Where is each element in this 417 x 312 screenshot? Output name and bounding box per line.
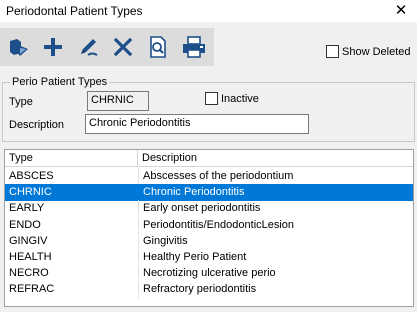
show-deleted-label: Show Deleted (342, 45, 411, 58)
cell-type: REFRAC (9, 283, 55, 296)
cell-type: GINGIV (9, 234, 48, 247)
cell-type: NECRO (9, 267, 49, 280)
show-deleted-checkbox[interactable] (326, 45, 339, 58)
title-bar: Periodontal Patient Types ✕ (0, 0, 417, 22)
cell-description: Gingivitis (138, 232, 413, 250)
table-row[interactable]: ENDO Periodontitis/EndodonticLesion (5, 216, 413, 234)
cell-type: EARLY (9, 202, 45, 215)
table-row[interactable]: EARLY Early onset periodontitis (5, 200, 413, 218)
group-caption: Perio Patient Types (10, 76, 110, 88)
delete-icon (112, 36, 134, 58)
edit-button[interactable] (71, 31, 105, 63)
open-icon (7, 35, 31, 59)
cell-description: Chronic Periodontitis (138, 184, 413, 202)
description-field[interactable]: Chronic Periodontitis (85, 114, 309, 134)
preview-icon (147, 35, 169, 59)
print-icon (181, 35, 207, 59)
print-button[interactable] (177, 31, 211, 63)
delete-button[interactable] (106, 31, 140, 63)
type-label: Type (9, 96, 33, 108)
type-field[interactable]: CHRNIC (87, 91, 149, 111)
cell-description: Periodontitis/EndodonticLesion (138, 216, 413, 234)
cell-description: Refractory periodontitis (138, 281, 413, 299)
cell-type: ENDO (9, 218, 41, 231)
column-header-description[interactable]: Description (138, 150, 413, 167)
inactive-checkbox[interactable] (205, 92, 218, 105)
add-button[interactable] (36, 31, 70, 63)
edit-icon (76, 35, 100, 59)
cell-description: Abscesses of the periodontium (138, 168, 413, 185)
table-row[interactable]: NECRO Necrotizing ulcerative perio (5, 265, 413, 283)
inactive-label: Inactive (221, 92, 259, 105)
column-header-type[interactable]: Type (5, 150, 138, 167)
inactive-toggle[interactable]: Inactive (205, 92, 259, 105)
open-button[interactable] (2, 31, 36, 63)
table-row[interactable]: CHRNIC Chronic Periodontitis (5, 184, 413, 202)
cell-description: Healthy Perio Patient (138, 249, 413, 266)
cell-description: Necrotizing ulcerative perio (138, 265, 413, 283)
cell-type: ABSCES (9, 170, 54, 182)
table-row[interactable]: REFRAC Refractory periodontitis (5, 281, 413, 299)
table-row[interactable]: GINGIV Gingivitis (5, 232, 413, 250)
preview-button[interactable] (141, 31, 175, 63)
cell-description: Early onset periodontitis (138, 200, 413, 218)
table-header: Type Description (5, 150, 413, 167)
description-label: Description (9, 119, 65, 131)
close-button[interactable]: ✕ (391, 0, 411, 22)
toolbar (0, 28, 214, 66)
show-deleted-toggle[interactable]: Show Deleted (326, 45, 411, 58)
add-icon (42, 36, 64, 58)
table-row[interactable]: ABSCES Abscesses of the periodontium (5, 168, 413, 185)
table-row[interactable]: HEALTH Healthy Perio Patient (5, 249, 413, 266)
cell-type: HEALTH (9, 251, 52, 263)
perio-types-table[interactable]: Type Description ABSCES Abscesses of the … (4, 149, 414, 307)
window-title: Periodontal Patient Types (6, 4, 143, 18)
cell-type: CHRNIC (9, 186, 52, 199)
